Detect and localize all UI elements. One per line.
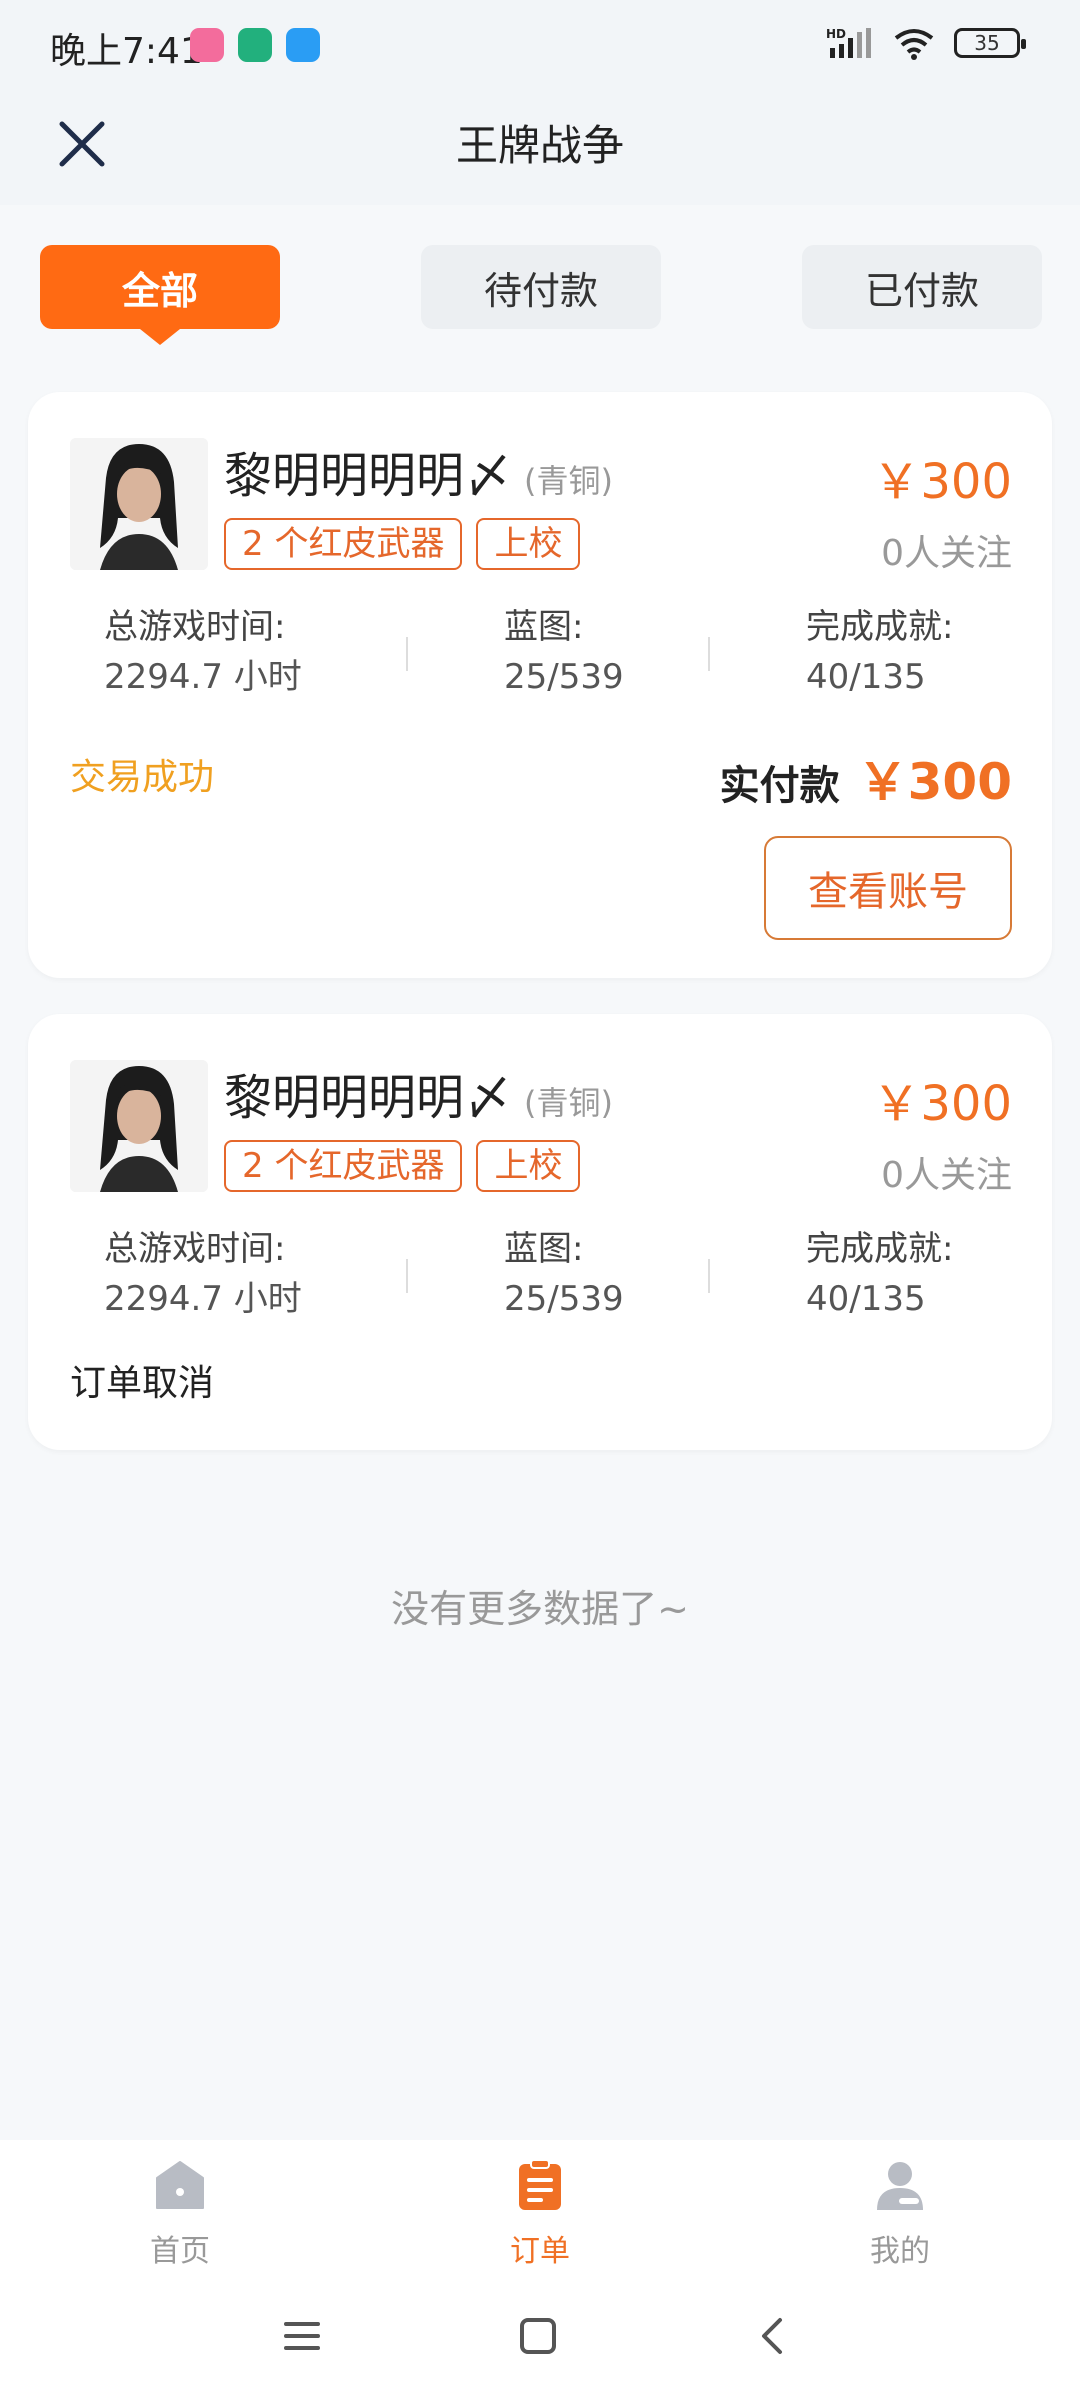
- chat-app-icon: [286, 28, 320, 62]
- paid-label: 实付款: [719, 763, 840, 809]
- tag-list: 2 个红皮武器 上校: [224, 1140, 581, 1192]
- view-account-button[interactable]: 查看账号: [764, 836, 1012, 940]
- stat-play-time-label: 总游戏时间:: [104, 607, 286, 647]
- status-time: 晚上7:41: [50, 31, 203, 72]
- paid-amount-row: 实付款 ￥300: [720, 742, 1012, 814]
- profile-icon: [877, 2162, 923, 2210]
- battery-indicator: 35: [954, 28, 1026, 58]
- signal-icon: HD: [826, 27, 871, 58]
- order-card[interactable]: 黎明明明明〆 (青铜) 2 个红皮武器 上校 ￥300 0人关注 总游戏时间: 2…: [28, 1014, 1052, 1450]
- security-app-icon: [238, 28, 272, 62]
- tab-pending-payment[interactable]: 待付款: [421, 245, 661, 329]
- divider: [406, 1259, 408, 1293]
- network-label: HD: [826, 27, 846, 41]
- stat-achievement: 完成成就: 40/135: [806, 1224, 953, 1324]
- order-status: 交易成功: [70, 757, 215, 798]
- stat-blueprint: 蓝图: 25/539: [504, 1224, 624, 1324]
- no-more-data-text: 没有更多数据了~: [391, 1587, 689, 1631]
- listing-price: ￥300: [872, 454, 1012, 510]
- stat-blueprint: 蓝图: 25/539: [504, 602, 624, 702]
- nav-item-home[interactable]: 首页: [80, 2158, 280, 2270]
- stat-blueprint-value: 25/539: [504, 657, 624, 697]
- account-rank: (青铜): [524, 462, 613, 500]
- stat-play-time: 总游戏时间: 2294.7 小时: [104, 602, 302, 702]
- nav-label-home: 首页: [150, 2234, 210, 2269]
- divider: [708, 1259, 710, 1293]
- tag-weapons: 2 个红皮武器: [224, 518, 463, 570]
- status-bar: 晚上7:41 HD 35: [0, 0, 1080, 90]
- stat-achievement: 完成成就: 40/135: [806, 602, 953, 702]
- top-header: 王牌战争: [0, 90, 1080, 205]
- stat-play-time-value: 2294.7 小时: [104, 657, 302, 697]
- character-portrait-icon: [70, 438, 208, 570]
- tab-paid[interactable]: 已付款: [802, 245, 1042, 329]
- page-title: 王牌战争: [455, 121, 624, 170]
- avatar: [70, 438, 208, 570]
- tag-rank-title: 上校: [476, 1140, 581, 1192]
- nav-label-orders: 订单: [510, 2234, 570, 2269]
- divider: [708, 637, 710, 671]
- nav-item-orders[interactable]: 订单: [440, 2158, 640, 2270]
- order-icon: [519, 2159, 561, 2210]
- stat-blueprint-label: 蓝图:: [504, 607, 584, 647]
- stat-play-time: 总游戏时间: 2294.7 小时: [104, 1224, 302, 1324]
- stat-blueprint-label: 蓝图:: [504, 1229, 584, 1269]
- follower-count: 0人关注: [881, 1155, 1012, 1196]
- nav-item-profile[interactable]: 我的: [800, 2158, 1000, 2270]
- tag-weapons: 2 个红皮武器: [224, 1140, 463, 1192]
- divider: [406, 637, 408, 671]
- system-nav-bar: [0, 2270, 1080, 2400]
- bilibili-app-icon: [190, 28, 224, 62]
- wifi-icon: [894, 29, 934, 60]
- listing-price: ￥300: [872, 1076, 1012, 1132]
- character-portrait-icon: [70, 1060, 208, 1192]
- stat-blueprint-value: 25/539: [504, 1279, 624, 1319]
- bottom-nav: 首页 订单 我的: [0, 2140, 1080, 2270]
- home-icon: [156, 2161, 204, 2209]
- tag-rank-title: 上校: [476, 518, 581, 570]
- nav-label-profile: 我的: [870, 2234, 930, 2269]
- order-card[interactable]: 黎明明明明〆 (青铜) 2 个红皮武器 上校 ￥300 0人关注 总游戏时间: 2…: [28, 392, 1052, 978]
- status-right: HD 35: [826, 26, 1026, 60]
- home-square-icon[interactable]: [516, 2314, 560, 2358]
- account-rank: (青铜): [524, 1084, 613, 1122]
- stat-achievement-value: 40/135: [806, 1279, 926, 1319]
- follower-count: 0人关注: [881, 533, 1012, 574]
- tag-list: 2 个红皮武器 上校: [224, 518, 581, 570]
- account-name-text: 黎明明明明〆: [224, 1070, 513, 1126]
- stat-achievement-label: 完成成就:: [806, 607, 954, 647]
- account-name: 黎明明明明〆 (青铜): [224, 436, 613, 506]
- stat-play-time-value: 2294.7 小时: [104, 1279, 302, 1319]
- tab-all[interactable]: 全部: [40, 245, 280, 345]
- order-status: 订单取消: [70, 1363, 215, 1404]
- status-app-icons: [190, 28, 320, 62]
- back-icon[interactable]: [752, 2314, 796, 2358]
- avatar: [70, 1060, 208, 1192]
- stat-achievement-value: 40/135: [806, 657, 926, 697]
- account-name-text: 黎明明明明〆: [224, 448, 513, 504]
- account-name: 黎明明明明〆 (青铜): [224, 1058, 613, 1128]
- menu-icon[interactable]: [280, 2314, 324, 2358]
- stat-achievement-label: 完成成就:: [806, 1229, 954, 1269]
- stat-play-time-label: 总游戏时间:: [104, 1229, 286, 1269]
- paid-amount: ￥300: [857, 753, 1012, 811]
